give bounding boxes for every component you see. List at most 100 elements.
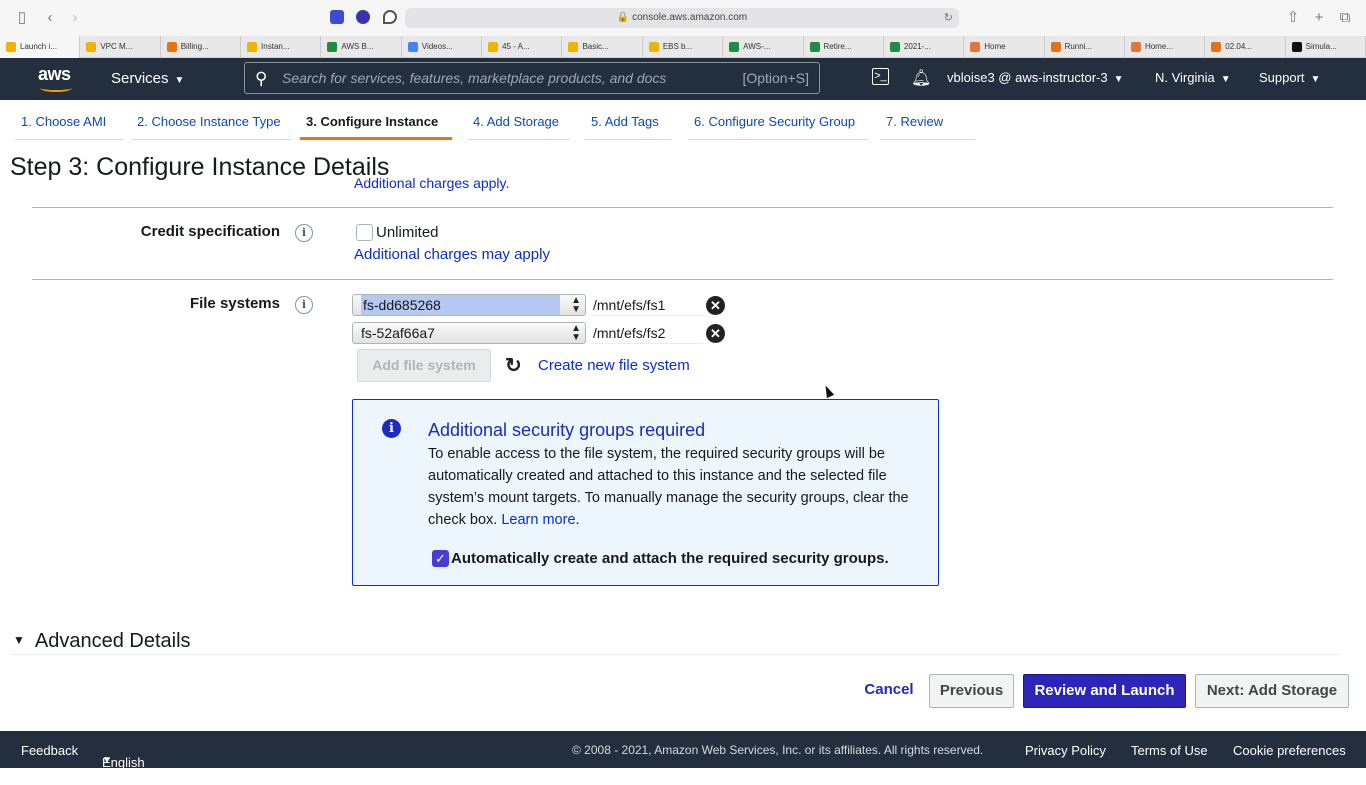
browser-tab[interactable]: 02.04... xyxy=(1205,36,1286,58)
feedback-link[interactable]: Feedback xyxy=(21,743,78,758)
address-bar[interactable]: 🔒 console.aws.amazon.com ↻ xyxy=(405,8,959,28)
info-filled-icon: i xyxy=(382,419,401,438)
file-system-select[interactable]: fs-52af66a7 ▲ ▼ xyxy=(352,322,586,344)
tab-choose-ami[interactable]: 1. Choose AMI xyxy=(15,114,123,140)
account-menu[interactable]: vbloise3 @ aws-instructor-3 ▼ xyxy=(947,70,1124,85)
tab-configure-security-group[interactable]: 6. Configure Security Group xyxy=(688,114,869,140)
services-menu-button[interactable]: Services ▼ xyxy=(111,70,184,87)
advanced-details-toggle[interactable]: ▼ Advanced Details xyxy=(13,630,191,653)
browser-tab[interactable]: Retire... xyxy=(804,36,884,58)
search-icon: ⚲ xyxy=(255,69,268,88)
browser-tab[interactable]: 2021-... xyxy=(884,36,965,58)
caret-down-icon: ▼ xyxy=(1220,74,1231,85)
browser-tab-label: Videos... xyxy=(421,42,453,51)
tab-choose-instance-type[interactable]: 2. Choose Instance Type xyxy=(131,114,291,140)
favicon-icon xyxy=(247,41,258,52)
review-and-launch-button[interactable]: Review and Launch xyxy=(1023,674,1186,708)
favicon-icon xyxy=(568,41,579,52)
search-input[interactable]: ⚲ Search for services, features, marketp… xyxy=(244,62,820,94)
aws-logo[interactable]: aws xyxy=(38,64,78,94)
privacy-policy-link[interactable]: Privacy Policy xyxy=(1025,743,1106,758)
favicon-icon xyxy=(1130,41,1141,52)
learn-more-link[interactable]: Learn more xyxy=(501,512,575,528)
wizard-steps: 1. Choose AMI 2. Choose Instance Type 3.… xyxy=(0,100,1366,140)
terms-of-use-link[interactable]: Terms of Use xyxy=(1131,743,1208,758)
refresh-icon[interactable]: ↻ xyxy=(505,353,522,378)
mount-point-input[interactable]: /mnt/efs/fs1 xyxy=(591,294,703,316)
credit-specification-label: Credit specification xyxy=(140,223,280,240)
tab-add-tags[interactable]: 5. Add Tags xyxy=(585,114,671,140)
browser-tab[interactable]: Launch i... xyxy=(0,36,81,58)
url-text: console.aws.amazon.com xyxy=(632,12,748,23)
next-add-storage-button[interactable]: Next: Add Storage xyxy=(1195,674,1349,708)
file-systems-label: File systems xyxy=(189,295,280,312)
browser-tab[interactable]: Simula... xyxy=(1286,36,1366,58)
reload-icon[interactable]: ↻ xyxy=(944,8,953,28)
notifications-bell-icon[interactable]: 🔔︎ xyxy=(911,68,931,88)
support-menu[interactable]: Support ▼ xyxy=(1259,70,1320,85)
browser-tab[interactable]: VPC M... xyxy=(80,36,161,58)
search-shortcut: [Option+S] xyxy=(742,70,809,86)
browser-tab[interactable]: Runni... xyxy=(1045,36,1125,58)
create-new-file-system-link[interactable]: Create new file system xyxy=(538,357,690,374)
tab-configure-instance[interactable]: 3. Configure Instance xyxy=(300,114,452,140)
aws-console-header: aws Services ▼ ⚲ Search for services, fea… xyxy=(0,58,1366,100)
browser-tab-label: Home xyxy=(984,42,1006,51)
browser-tab-label: Simula... xyxy=(1305,42,1337,51)
cloudshell-icon[interactable]: >_ xyxy=(872,68,889,85)
forward-icon[interactable]: › xyxy=(66,9,84,27)
mount-point-input[interactable]: /mnt/efs/fs2 xyxy=(591,322,703,344)
unlimited-checkbox[interactable] xyxy=(356,224,373,241)
favicon-icon xyxy=(6,41,16,52)
favicon-icon xyxy=(1050,41,1061,52)
auto-create-security-groups-checkbox[interactable]: ✓ xyxy=(432,550,449,567)
privacy-shield-icon[interactable] xyxy=(383,10,397,24)
browser-tab[interactable]: Instan... xyxy=(241,36,322,58)
select-arrows-icon: ▲ ▼ xyxy=(571,323,581,343)
console-footer: Feedback English (US) ▼ © 2008 - 2021, A… xyxy=(0,731,1366,785)
browser-tab[interactable]: 45 - A... xyxy=(482,36,563,58)
browser-tab[interactable]: Home... xyxy=(1125,36,1206,58)
add-file-system-button[interactable]: Add file system xyxy=(357,349,491,382)
remove-file-system-icon[interactable]: ✕ xyxy=(706,324,725,343)
browser-tab-label: Billing... xyxy=(180,42,209,51)
browser-tab[interactable]: AWS B... xyxy=(321,36,402,58)
tab-overview-icon[interactable]: ⧉ xyxy=(1336,9,1354,27)
new-tab-icon[interactable]: + xyxy=(1310,9,1328,27)
browser-tab-label: VPC M... xyxy=(100,42,133,51)
favicon-icon xyxy=(327,41,338,52)
extension-icon[interactable] xyxy=(356,10,370,24)
share-icon[interactable]: ⇧ xyxy=(1284,9,1302,27)
browser-tab[interactable]: Billing... xyxy=(161,36,242,58)
previous-button[interactable]: Previous xyxy=(929,674,1014,708)
extension-icon[interactable] xyxy=(330,10,344,24)
back-icon[interactable]: ‹ xyxy=(41,9,59,27)
remove-file-system-icon[interactable]: ✕ xyxy=(706,296,725,315)
sidebar-toggle-icon[interactable]: ▯ xyxy=(13,9,31,27)
file-system-id: fs-52af66a7 xyxy=(361,325,435,341)
browser-tab-label: Retire... xyxy=(823,42,852,51)
page-title: Step 3: Configure Instance Details xyxy=(10,153,390,181)
browser-tab[interactable]: AWS-... xyxy=(723,36,804,58)
tab-review[interactable]: 7. Review xyxy=(880,114,975,140)
favicon-icon xyxy=(970,41,981,52)
browser-tab-label: Basic... xyxy=(582,42,609,51)
info-icon[interactable]: i xyxy=(295,224,313,242)
additional-charges-link[interactable]: Additional charges apply. xyxy=(354,175,509,191)
charges-may-apply-link[interactable]: Additional charges may apply xyxy=(354,246,550,263)
info-icon[interactable]: i xyxy=(295,296,313,314)
account-name: vbloise3 @ aws-instructor-3 xyxy=(947,70,1108,85)
cookie-preferences-link[interactable]: Cookie preferences xyxy=(1233,743,1346,758)
tab-add-storage[interactable]: 4. Add Storage xyxy=(467,114,570,140)
browser-tab[interactable]: Home xyxy=(964,36,1045,58)
browser-tab[interactable]: Videos... xyxy=(402,36,483,58)
region-menu[interactable]: N. Virginia ▼ xyxy=(1155,70,1231,85)
file-system-select[interactable]: fs-dd685268 ▲ ▼ xyxy=(352,294,586,316)
browser-tab-label: 02.04... xyxy=(1225,42,1252,51)
browser-tab-strip: Launch i... VPC M... Billing... Instan... AW… xyxy=(0,36,1366,58)
cancel-button[interactable]: Cancel xyxy=(856,674,922,708)
browser-tab[interactable]: EBS b... xyxy=(643,36,724,58)
browser-tab[interactable]: Basic... xyxy=(562,36,643,58)
unlimited-label: Unlimited xyxy=(376,224,439,241)
browser-tab-label: 45 - A... xyxy=(502,42,530,51)
